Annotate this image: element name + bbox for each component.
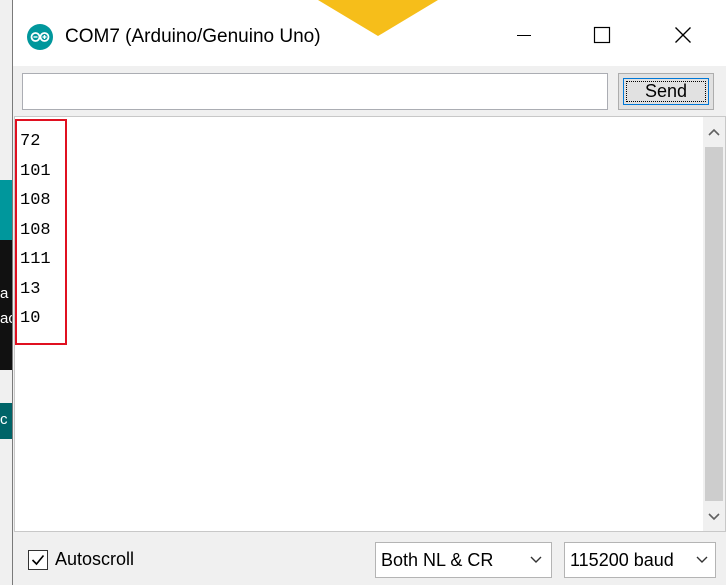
output-line: 108 xyxy=(20,191,51,210)
output-line: 10 xyxy=(20,309,41,328)
background-teal-button: c xyxy=(0,403,12,439)
output-line: 101 xyxy=(20,161,51,181)
background-teal-panel xyxy=(0,180,12,240)
scrollbar-thumb[interactable] xyxy=(705,147,723,501)
output-line: 13 xyxy=(20,279,41,299)
line-ending-select[interactable]: Both NL & CR xyxy=(375,542,552,578)
close-icon xyxy=(675,27,691,43)
send-button-label: Send xyxy=(623,78,709,105)
scroll-down-button[interactable] xyxy=(703,505,725,529)
background-yellow-arrow xyxy=(318,0,438,36)
background-text-fragment: a xyxy=(0,285,9,302)
vertical-scrollbar[interactable] xyxy=(703,117,725,531)
output-line: 72 xyxy=(20,132,41,151)
scroll-up-button[interactable] xyxy=(703,120,725,144)
checkmark-icon xyxy=(31,554,45,566)
chevron-down-icon xyxy=(689,556,715,564)
baud-rate-value: 115200 baud xyxy=(570,549,674,570)
background-dark-panel: a ac xyxy=(0,240,16,370)
maximize-icon xyxy=(593,26,611,44)
chevron-down-icon xyxy=(521,556,551,564)
autoscroll-label[interactable]: Autoscroll xyxy=(55,549,134,570)
chevron-down-icon xyxy=(708,513,720,521)
background-text-fragment: c xyxy=(0,411,8,428)
close-button[interactable] xyxy=(660,10,706,60)
serial-monitor-window: COM7 (Arduino/Genuino Uno) Send 72 101 1… xyxy=(12,0,726,585)
minimize-button[interactable] xyxy=(501,10,547,60)
arduino-logo-icon xyxy=(27,24,53,50)
bottom-bar: Autoscroll Both NL & CR 115200 baud xyxy=(13,532,726,585)
window-title: COM7 (Arduino/Genuino Uno) xyxy=(65,26,321,47)
maximize-button[interactable] xyxy=(579,10,625,60)
output-line: 108 xyxy=(20,220,51,240)
baud-rate-select[interactable]: 115200 baud xyxy=(564,542,716,578)
autoscroll-checkbox[interactable] xyxy=(28,550,48,570)
serial-output-lines: 72 101 108 108 111 13 10 xyxy=(20,127,51,334)
send-bar: Send xyxy=(13,66,726,116)
serial-input-field[interactable] xyxy=(22,73,608,110)
line-ending-value: Both NL & CR xyxy=(381,549,494,570)
send-button[interactable]: Send xyxy=(618,73,714,110)
chevron-up-icon xyxy=(708,128,720,136)
minimize-icon xyxy=(517,35,531,36)
output-line: 111 xyxy=(20,250,51,269)
serial-output-area[interactable]: 72 101 108 108 111 13 10 xyxy=(14,116,726,532)
